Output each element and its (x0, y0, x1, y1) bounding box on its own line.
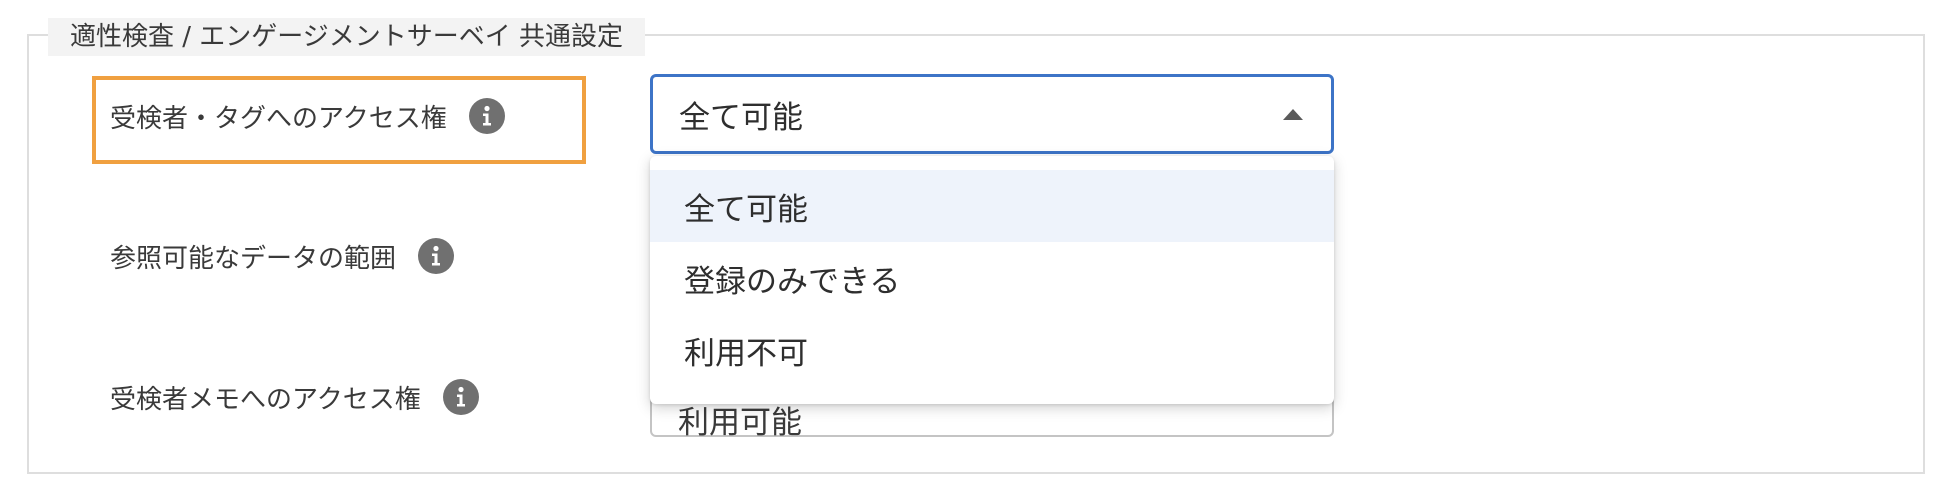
access-rights-dropdown: 全て可能 登録のみできる 利用不可 (650, 156, 1334, 404)
row-data-scope: 参照可能なデータの範囲 (110, 236, 455, 276)
info-icon[interactable] (442, 379, 479, 415)
chevron-up-icon (1283, 108, 1303, 120)
row-label: 受検者・タグへのアクセス権 (110, 103, 447, 134)
row-label: 参照可能なデータの範囲 (110, 243, 397, 274)
row-memo-access: 受検者メモへのアクセス権 (110, 377, 479, 417)
select-value: 全て可能 (679, 99, 803, 136)
dropdown-option-disabled[interactable]: 利用不可 (650, 314, 1334, 386)
info-icon[interactable] (418, 238, 455, 274)
dropdown-option-register-only[interactable]: 登録のみできる (650, 242, 1334, 314)
access-rights-select[interactable]: 全て可能 (650, 74, 1334, 154)
row-access-rights: 受検者・タグへのアクセス権 (110, 96, 505, 136)
section-title: 適性検査 / エンゲージメントサーベイ 共通設定 (48, 18, 646, 56)
row-label: 受検者メモへのアクセス権 (110, 384, 421, 415)
dropdown-option-all[interactable]: 全て可能 (650, 170, 1334, 242)
info-icon[interactable] (468, 98, 505, 134)
